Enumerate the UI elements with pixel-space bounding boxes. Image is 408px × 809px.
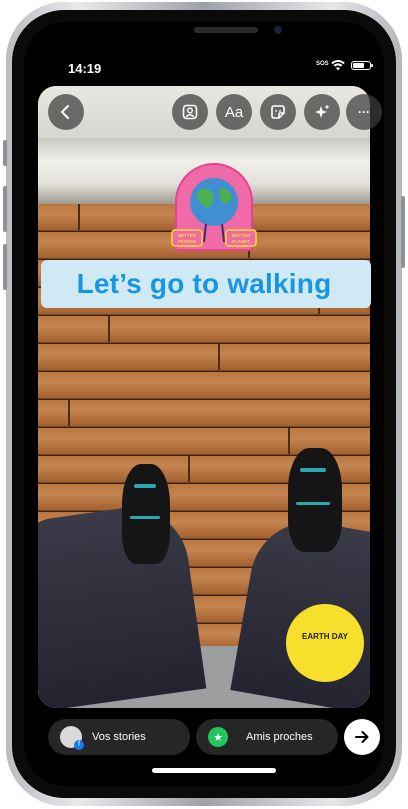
back-button[interactable] <box>48 94 84 130</box>
star-icon: ★ <box>208 727 228 747</box>
power-button <box>401 196 405 268</box>
caption-text: Let’s go to walking <box>76 268 332 299</box>
avatar: f <box>60 726 84 750</box>
home-indicator[interactable] <box>152 768 276 773</box>
status-time: 14:19 <box>68 61 102 76</box>
effects-button[interactable] <box>304 94 340 130</box>
sticker-button[interactable] <box>260 94 296 130</box>
story-photo: BETTER PEOPLE BETTER PLANET EARTH DAY <box>38 86 370 708</box>
sticker-text-people: PEOPLE <box>178 239 196 244</box>
text-aa-icon: Aa <box>224 103 244 121</box>
wifi-icon <box>331 60 345 71</box>
next-button[interactable] <box>344 719 380 755</box>
sticker-text-better: BETTER <box>178 233 197 238</box>
close-friends-label: Amis proches <box>246 731 313 743</box>
your-story-button[interactable]: f Vos stories <box>48 719 190 755</box>
your-story-label: Vos stories <box>92 731 146 743</box>
sparkles-icon <box>315 104 330 118</box>
tag-people-button[interactable] <box>172 94 208 130</box>
earth-day-sticker-text: EARTH DAY <box>302 632 348 641</box>
ellipsis-icon: ··· <box>358 105 370 119</box>
arrow-right-icon <box>355 731 369 743</box>
earth-day-sticker[interactable]: EARTH DAY <box>286 604 364 682</box>
volume-down-button <box>3 244 7 290</box>
status-sos: SOS <box>316 61 329 67</box>
volume-up-button <box>3 186 7 232</box>
person-frame-icon <box>182 104 198 120</box>
earpiece-speaker <box>194 27 258 33</box>
sticker-icon <box>271 105 285 119</box>
right-shoe <box>288 448 342 552</box>
close-friends-button[interactable]: ★ Amis proches <box>196 719 338 755</box>
battery-icon <box>351 61 373 70</box>
caption-text-sticker[interactable]: Let’s go to walking <box>38 254 371 314</box>
earth-better-people-sticker[interactable]: BETTER PEOPLE BETTER PLANET <box>170 158 258 256</box>
left-shoe <box>122 464 170 564</box>
text-tool-button[interactable]: Aa <box>216 94 252 130</box>
sticker-text-better-2: BETTER <box>232 233 251 238</box>
sticker-text-planet: PLANET <box>232 239 250 244</box>
front-camera <box>274 26 282 34</box>
screen: 14:19 SOS BETTER PEOPLE BETTER PLANET EA… <box>24 22 384 786</box>
mute-switch <box>3 140 7 166</box>
facebook-badge-icon: f <box>74 740 84 750</box>
chevron-left-icon <box>61 105 69 119</box>
more-options-button[interactable]: ··· <box>346 94 382 130</box>
